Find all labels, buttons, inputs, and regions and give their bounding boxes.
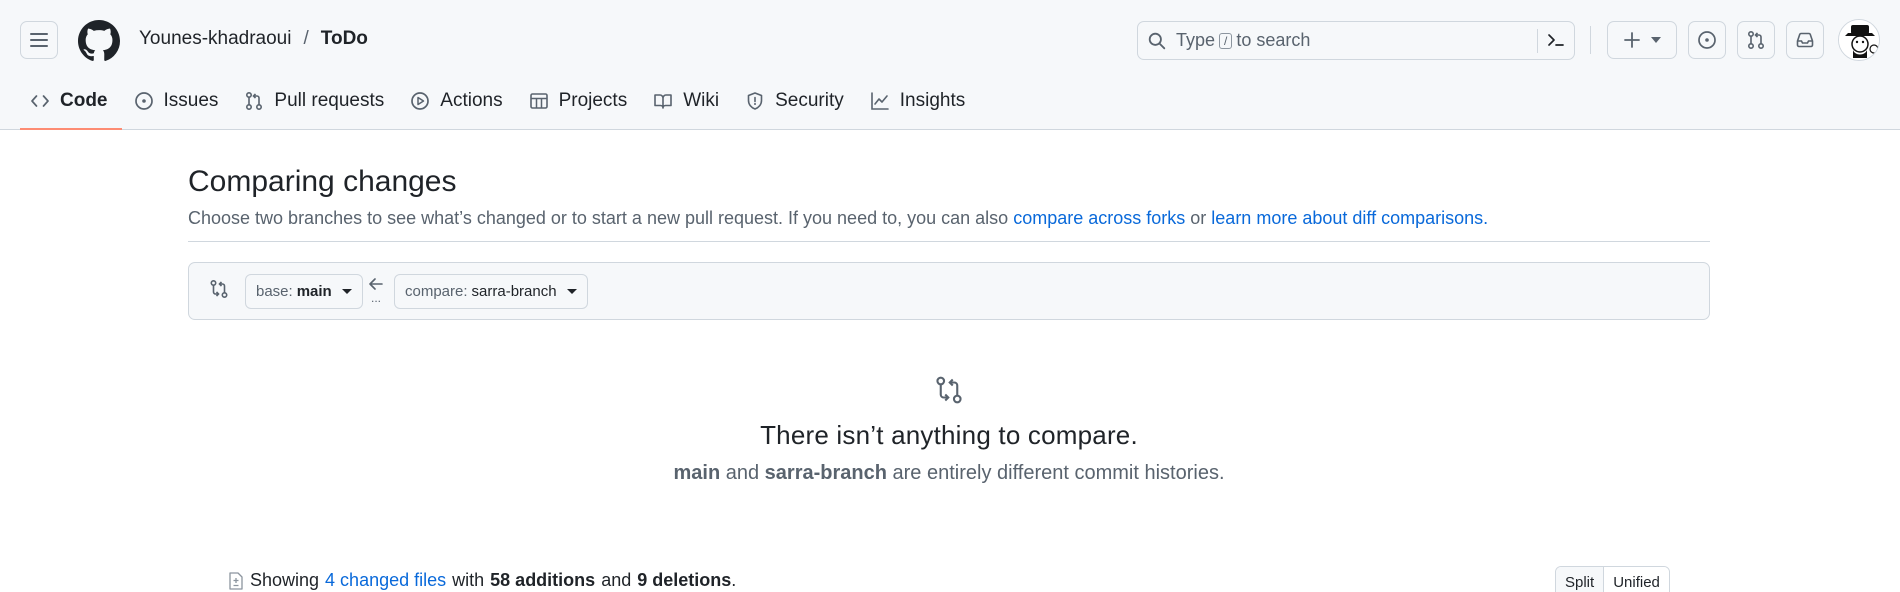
plus-icon	[1624, 32, 1640, 48]
base-branch-select[interactable]: base: main	[245, 274, 363, 309]
arrow-left-icon	[369, 278, 383, 290]
terminal-icon	[1548, 34, 1564, 46]
pull-request-icon	[1747, 30, 1765, 50]
summary-with: with	[452, 570, 485, 590]
unified-view-button[interactable]: Unified	[1604, 567, 1669, 592]
graph-icon	[870, 92, 889, 110]
github-logo[interactable]	[78, 20, 120, 62]
issue-opened-icon	[1698, 31, 1716, 49]
global-header: Younes-khadraoui / ToDo Type / to search	[0, 0, 1900, 130]
compare-icon-wrap	[209, 279, 229, 299]
avatar-image	[1839, 20, 1879, 60]
hamburger-icon	[30, 33, 48, 47]
blankslate: There isn’t anything to compare. main an…	[188, 375, 1710, 485]
search-icon	[1148, 32, 1166, 49]
subtitle-or: or	[1190, 208, 1207, 228]
menu-button[interactable]	[20, 21, 58, 59]
caret-down-icon	[341, 289, 352, 294]
code-icon	[31, 95, 49, 107]
branch-a: main	[673, 462, 721, 484]
tab-security-label: Security	[775, 90, 844, 111]
tab-issues-label: Issues	[163, 90, 219, 111]
search-placeholder-prefix: Type	[1176, 30, 1216, 50]
book-icon	[654, 94, 673, 109]
compare-prefix: compare:	[405, 283, 468, 300]
command-palette-button[interactable]	[1546, 30, 1566, 50]
changed-files-link[interactable]: 4 changed files	[325, 570, 446, 591]
repo-nav-tabs: Code Issues Pull requests Actions Projec…	[20, 80, 981, 130]
inbox-button[interactable]	[1786, 21, 1824, 59]
tab-actions-label: Actions	[440, 90, 503, 111]
tab-wiki-label: Wiki	[683, 90, 720, 111]
issues-button[interactable]	[1688, 21, 1726, 59]
compare-forks-link[interactable]: compare across forks	[1013, 208, 1185, 228]
tab-actions[interactable]: Actions	[400, 80, 516, 122]
chevron-down-icon	[1651, 37, 1661, 43]
title-divider	[188, 241, 1710, 242]
deletions-count: 9 deletions	[637, 570, 732, 590]
page-subtitle: Choose two branches to see what’s change…	[188, 208, 1488, 229]
blankslate-conj: and	[725, 462, 760, 484]
tab-security[interactable]: Security	[735, 80, 858, 122]
diff-view-toggle: Split Unified	[1555, 566, 1670, 592]
search-placeholder-suffix: to search	[1236, 30, 1311, 50]
git-compare-icon	[936, 376, 962, 404]
inbox-icon	[1796, 32, 1814, 48]
pull-requests-button[interactable]	[1737, 21, 1775, 59]
compare-branch-select[interactable]: compare: sarra-branch	[394, 274, 588, 309]
subtitle-text: Choose two branches to see what’s change…	[188, 208, 1009, 228]
compare-branch-name: sarra-branch	[471, 283, 557, 300]
base-prefix: base:	[256, 283, 293, 300]
tab-wiki[interactable]: Wiki	[643, 80, 733, 122]
tab-projects-label: Projects	[558, 90, 628, 111]
additions-count: 58 additions	[490, 570, 596, 590]
range-dots: ...	[370, 291, 381, 305]
search-divider	[1537, 29, 1538, 53]
blankslate-icon-wrap	[934, 375, 964, 405]
github-mark-icon	[78, 20, 120, 61]
git-compare-icon	[210, 279, 228, 299]
branch-b: sarra-branch	[764, 462, 887, 484]
repo-owner-link[interactable]: Younes-khadraoui	[139, 28, 291, 50]
summary-and: and	[601, 570, 632, 590]
tab-pull-requests[interactable]: Pull requests	[234, 80, 398, 122]
base-branch-name: main	[296, 283, 332, 300]
breadcrumb-separator: /	[303, 28, 309, 49]
summary-end: .	[731, 570, 737, 590]
learn-more-link[interactable]: learn more about diff comparisons.	[1211, 208, 1488, 228]
tab-code-label: Code	[60, 90, 108, 111]
tab-issues[interactable]: Issues	[124, 80, 233, 122]
blankslate-description: main and sarra-branch are entirely diffe…	[188, 462, 1710, 485]
tab-pull-requests-label: Pull requests	[274, 90, 385, 111]
page-title: Comparing changes	[188, 165, 457, 198]
header-divider	[1590, 26, 1591, 54]
search-input[interactable]: Type / to search	[1137, 21, 1575, 60]
issue-icon	[134, 92, 153, 110]
blankslate-tail: are entirely different commit histories.	[892, 462, 1225, 484]
search-shortcut-key: /	[1219, 32, 1233, 49]
tab-code[interactable]: Code	[20, 80, 122, 130]
tab-projects[interactable]: Projects	[519, 80, 642, 122]
blankslate-heading: There isn’t anything to compare.	[760, 420, 1138, 450]
range-editor: base: main ... compare: sarra-branch	[188, 262, 1710, 320]
repo-name-link[interactable]: ToDo	[321, 28, 368, 50]
search-placeholder: Type / to search	[1176, 30, 1310, 51]
play-icon	[411, 92, 430, 110]
learn-more-link-label: learn more about diff comparisons	[1211, 208, 1484, 228]
file-diff-icon	[229, 571, 243, 590]
caret-down-icon	[566, 289, 577, 294]
range-arrow: ...	[364, 277, 388, 309]
tab-insights[interactable]: Insights	[860, 80, 979, 122]
table-icon	[529, 93, 548, 109]
summary-showing: Showing	[250, 570, 320, 590]
subtitle-period: .	[1483, 208, 1489, 228]
breadcrumb: Younes-khadraoui / ToDo	[139, 28, 368, 50]
diff-summary: Showing 4 changed files with 58 addition…	[228, 570, 736, 591]
create-new-button[interactable]	[1607, 21, 1677, 59]
user-avatar[interactable]	[1838, 19, 1880, 61]
shield-icon	[747, 92, 763, 110]
split-view-button[interactable]: Split	[1556, 567, 1605, 592]
pull-request-icon	[246, 91, 263, 111]
tab-insights-label: Insights	[899, 90, 966, 111]
